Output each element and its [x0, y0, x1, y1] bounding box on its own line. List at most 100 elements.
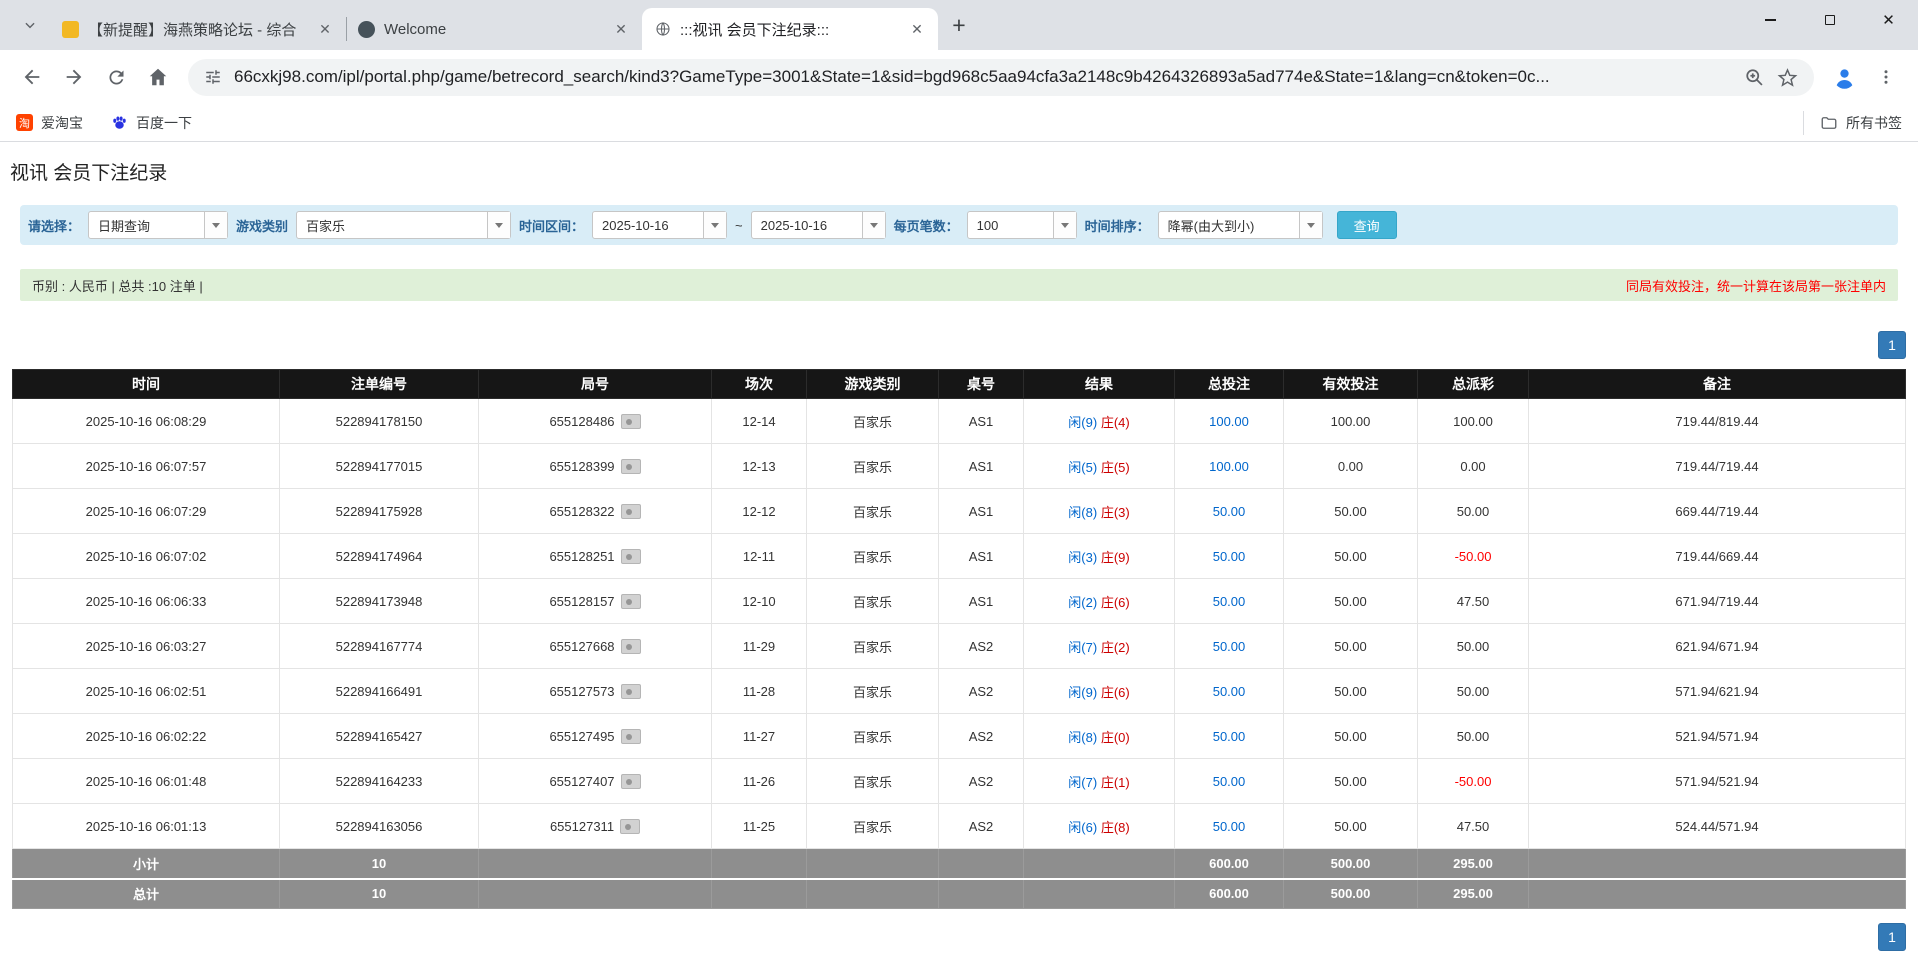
total-bet-link[interactable]: 50.00	[1213, 639, 1246, 654]
sort-order-value: 降幂(由大到小)	[1159, 216, 1299, 235]
forward-button[interactable]	[54, 57, 94, 97]
close-tab-icon[interactable]: ✕	[316, 20, 334, 38]
total-bet-link[interactable]: 50.00	[1213, 684, 1246, 699]
date-to-select[interactable]: 2025-10-16	[751, 211, 886, 239]
result-banker-link[interactable]: 庄(6)	[1101, 595, 1130, 610]
cell-session: 11-28	[712, 669, 807, 714]
cell-payout: 50.00	[1418, 714, 1529, 759]
chevron-down-icon[interactable]	[1299, 212, 1322, 238]
tab-search-button[interactable]	[14, 9, 46, 41]
chevron-down-icon[interactable]	[487, 212, 510, 238]
page-1-button[interactable]: 1	[1878, 923, 1906, 951]
result-banker-link[interactable]: 庄(5)	[1101, 460, 1130, 475]
date-from-select[interactable]: 2025-10-16	[592, 211, 727, 239]
table-row: 2025-10-16 06:03:27522894167774655127668…	[13, 624, 1906, 669]
table-header-row: 时间 注单编号 局号 场次 游戏类别 桌号 结果 总投注 有效投注 总派彩 备注	[13, 370, 1906, 399]
bookmark-taobao[interactable]: 淘 爱淘宝	[16, 113, 83, 133]
page-1-button[interactable]: 1	[1878, 331, 1906, 359]
result-player-link[interactable]: 闲(8)	[1068, 505, 1097, 520]
total-bet-link[interactable]: 100.00	[1209, 414, 1249, 429]
result-banker-link[interactable]: 庄(4)	[1101, 415, 1130, 430]
bookmark-baidu[interactable]: 百度一下	[111, 113, 192, 133]
cell-bet-id: 522894177015	[280, 444, 479, 489]
result-player-link[interactable]: 闲(2)	[1068, 595, 1097, 610]
url-text[interactable]: 66cxkj98.com/ipl/portal.php/game/betreco…	[234, 67, 1732, 87]
per-page-select[interactable]: 100	[967, 211, 1077, 239]
tab-welcome[interactable]: Welcome ✕	[346, 8, 642, 50]
maximize-button[interactable]	[1800, 0, 1859, 40]
tab-bet-record[interactable]: :::视讯 会员下注纪录::: ✕	[642, 8, 938, 50]
sort-order-select[interactable]: 降幂(由大到小)	[1158, 211, 1323, 239]
round-result-thumbnail-icon[interactable]	[621, 414, 641, 429]
round-result-thumbnail-icon[interactable]	[621, 594, 641, 609]
total-bet-link[interactable]: 50.00	[1213, 819, 1246, 834]
close-tab-icon[interactable]: ✕	[612, 20, 630, 38]
result-player-link[interactable]: 闲(3)	[1068, 550, 1097, 565]
bookmark-star-icon[interactable]	[1777, 67, 1798, 88]
reload-button[interactable]	[96, 57, 136, 97]
round-result-thumbnail-icon[interactable]	[621, 504, 641, 519]
result-banker-link[interactable]: 庄(0)	[1101, 730, 1130, 745]
chevron-down-icon[interactable]	[703, 212, 726, 238]
round-result-thumbnail-icon[interactable]	[620, 819, 640, 834]
game-type-select[interactable]: 百家乐	[296, 211, 511, 239]
cell-table-no: AS2	[939, 669, 1024, 714]
round-result-thumbnail-icon[interactable]	[621, 684, 641, 699]
result-player-link[interactable]: 闲(7)	[1068, 775, 1097, 790]
round-result-thumbnail-icon[interactable]	[621, 774, 641, 789]
round-result-thumbnail-icon[interactable]	[621, 459, 641, 474]
result-player-link[interactable]: 闲(6)	[1068, 820, 1097, 835]
chevron-down-icon[interactable]	[862, 212, 885, 238]
result-player-link[interactable]: 闲(9)	[1068, 685, 1097, 700]
url-bar[interactable]: 66cxkj98.com/ipl/portal.php/game/betreco…	[188, 59, 1814, 96]
new-tab-button[interactable]: +	[944, 10, 974, 40]
result-player-link[interactable]: 闲(9)	[1068, 415, 1097, 430]
home-button[interactable]	[138, 57, 178, 97]
site-settings-tune-icon[interactable]	[204, 68, 222, 86]
cell-round-id: 655128322	[479, 489, 712, 534]
query-type-select[interactable]: 日期查询	[88, 211, 228, 239]
total-bet-link[interactable]: 50.00	[1213, 729, 1246, 744]
cell-result: 闲(2) 庄(6)	[1024, 579, 1175, 624]
round-result-thumbnail-icon[interactable]	[621, 639, 641, 654]
query-button[interactable]: 查询	[1337, 211, 1397, 239]
globe-favicon-icon	[654, 21, 671, 38]
cell-total-bet: 100.00	[1175, 399, 1284, 444]
result-banker-link[interactable]: 庄(1)	[1101, 775, 1130, 790]
zoom-in-icon[interactable]	[1744, 67, 1765, 88]
close-tab-icon[interactable]: ✕	[908, 20, 926, 38]
result-player-link[interactable]: 闲(5)	[1068, 460, 1097, 475]
cell-result: 闲(9) 庄(4)	[1024, 399, 1175, 444]
tab-forum[interactable]: 【新提醒】海燕策略论坛 - 综合 ✕	[50, 8, 346, 50]
result-banker-link[interactable]: 庄(8)	[1101, 820, 1130, 835]
cell-payout: -50.00	[1418, 534, 1529, 579]
total-bet-link[interactable]: 100.00	[1209, 459, 1249, 474]
chevron-down-icon[interactable]	[204, 212, 227, 238]
total-bet-link[interactable]: 50.00	[1213, 594, 1246, 609]
round-result-thumbnail-icon[interactable]	[621, 729, 641, 744]
header-valid-bet: 有效投注	[1284, 370, 1418, 399]
cell-bet-id: 522894164233	[280, 759, 479, 804]
date-range-separator: ~	[735, 218, 743, 233]
close-window-button[interactable]: ✕	[1859, 0, 1918, 40]
chevron-down-icon[interactable]	[1053, 212, 1076, 238]
profile-avatar[interactable]	[1824, 57, 1864, 97]
minimize-button[interactable]	[1741, 0, 1800, 40]
total-bet-link[interactable]: 50.00	[1213, 774, 1246, 789]
all-bookmarks-button[interactable]: 所有书签	[1803, 111, 1902, 135]
cell-round-id: 655128251	[479, 534, 712, 579]
cell-bet-id: 522894178150	[280, 399, 479, 444]
total-bet-link[interactable]: 50.00	[1213, 504, 1246, 519]
result-player-link[interactable]: 闲(8)	[1068, 730, 1097, 745]
result-banker-link[interactable]: 庄(6)	[1101, 685, 1130, 700]
cell-result: 闲(3) 庄(9)	[1024, 534, 1175, 579]
round-result-thumbnail-icon[interactable]	[621, 549, 641, 564]
result-banker-link[interactable]: 庄(9)	[1101, 550, 1130, 565]
cell-table-no: AS2	[939, 624, 1024, 669]
result-player-link[interactable]: 闲(7)	[1068, 640, 1097, 655]
result-banker-link[interactable]: 庄(2)	[1101, 640, 1130, 655]
browser-menu-button[interactable]	[1866, 57, 1906, 97]
back-button[interactable]	[12, 57, 52, 97]
total-bet-link[interactable]: 50.00	[1213, 549, 1246, 564]
result-banker-link[interactable]: 庄(3)	[1101, 505, 1130, 520]
